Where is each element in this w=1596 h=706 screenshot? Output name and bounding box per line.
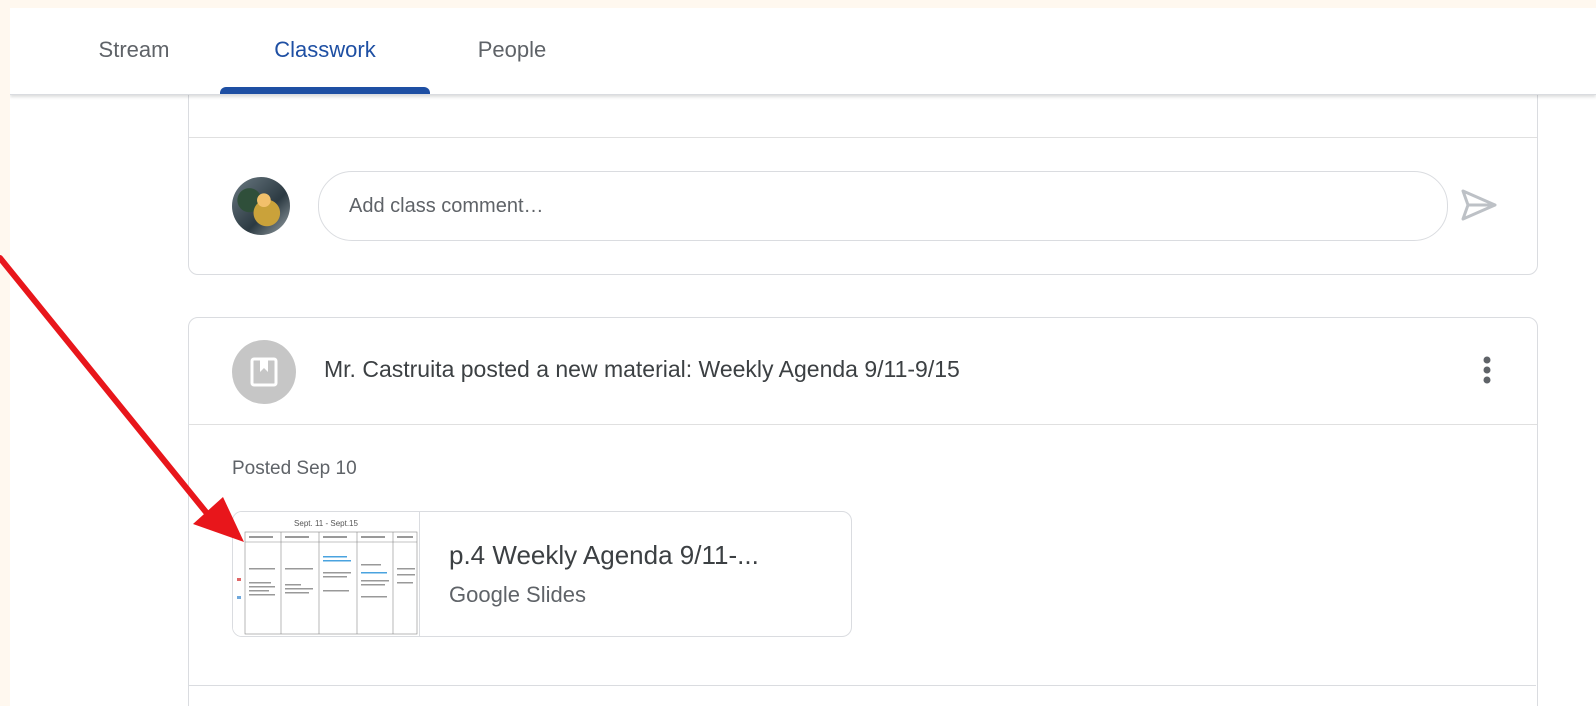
more-vert-icon[interactable]: [1475, 352, 1499, 388]
active-tab-indicator: [220, 87, 430, 94]
next-card-edge: [188, 685, 1536, 686]
bookmark-icon: [250, 357, 278, 387]
attachment-type: Google Slides: [449, 582, 586, 607]
tab-bar: Stream Classwork People: [10, 8, 1596, 95]
comment-card: [188, 68, 1538, 275]
attachment-title[interactable]: p.4 Weekly Agenda 9/11-...: [449, 540, 759, 571]
attachment-card[interactable]: Sept. 11 - Sept.15 p.4 Weekly Agenda 9/1…: [232, 511, 852, 637]
thumbnail-heading: Sept. 11 - Sept.15: [294, 519, 358, 528]
comment-field[interactable]: [318, 171, 1448, 241]
attachment-thumbnail: Sept. 11 - Sept.15: [233, 512, 420, 636]
post-title[interactable]: Mr. Castruita posted a new material: Wee…: [324, 356, 960, 383]
tab-stream[interactable]: Stream: [70, 8, 198, 94]
divider: [189, 424, 1537, 425]
classroom-page: Stream Classwork People Mr. Castruita po…: [10, 8, 1596, 706]
tab-classwork-label: Classwork: [274, 37, 376, 62]
slide-thumbnail-image: Sept. 11 - Sept.15: [233, 512, 419, 636]
posted-date: Posted Sep 10: [232, 458, 357, 479]
divider: [189, 137, 1537, 138]
send-icon[interactable]: [1459, 187, 1499, 223]
tab-people[interactable]: People: [440, 8, 584, 94]
avatar: [232, 177, 290, 235]
material-post-card: Mr. Castruita posted a new material: Wee…: [188, 317, 1538, 706]
material-icon: [232, 340, 296, 404]
tab-classwork[interactable]: Classwork: [220, 8, 430, 94]
comment-input[interactable]: [347, 172, 1431, 240]
